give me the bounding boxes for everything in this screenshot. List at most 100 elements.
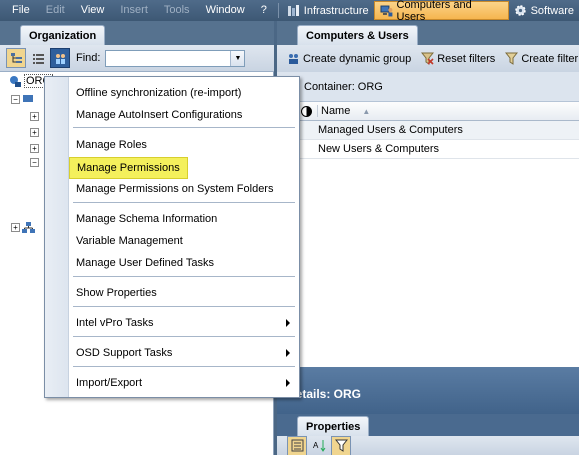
infrastructure-button[interactable]: Infrastructure bbox=[282, 1, 374, 20]
chevron-down-icon[interactable]: ▼ bbox=[230, 50, 245, 66]
menu-item-osd-support[interactable]: OSD Support Tasks bbox=[76, 344, 172, 362]
list-view-button[interactable] bbox=[28, 48, 48, 68]
expand-icon[interactable]: + bbox=[30, 127, 39, 137]
network-icon bbox=[22, 221, 35, 233]
tab-organization[interactable]: Organization bbox=[20, 25, 106, 45]
grid-header: Name ▲ bbox=[277, 102, 579, 121]
menu-separator bbox=[73, 127, 295, 128]
menu-separator bbox=[73, 202, 295, 203]
expand-icon[interactable]: + bbox=[11, 222, 20, 232]
tree-expander[interactable]: − bbox=[30, 155, 39, 169]
name-column-header[interactable]: Name ▲ bbox=[317, 105, 370, 117]
menu-gutter bbox=[45, 77, 69, 397]
menu-tools[interactable]: Tools bbox=[156, 0, 198, 21]
sort-alpha-button[interactable]: A bbox=[309, 436, 329, 455]
menu-item-manage-permissions[interactable]: Manage Permissions bbox=[69, 157, 188, 179]
org-root-icon bbox=[10, 75, 21, 87]
filter-properties-button[interactable] bbox=[331, 435, 351, 455]
create-filter-icon bbox=[505, 52, 519, 65]
tab-computers-users[interactable]: Computers & Users bbox=[297, 25, 418, 45]
categorized-icon bbox=[291, 439, 303, 452]
infrastructure-label: Infrastructure bbox=[303, 4, 369, 17]
menu-insert[interactable]: Insert bbox=[112, 0, 156, 21]
dynamic-group-icon bbox=[289, 54, 298, 64]
expand-icon[interactable]: + bbox=[30, 111, 39, 121]
menu-separator bbox=[277, 3, 279, 18]
list-view-icon bbox=[32, 53, 44, 64]
menu-help[interactable]: ? bbox=[253, 0, 275, 21]
menu-separator bbox=[73, 366, 295, 367]
create-filter-button[interactable]: Create filter bbox=[505, 52, 578, 65]
properties-toolbar: A bbox=[277, 435, 579, 455]
menu-item-manage-roles[interactable]: Manage Roles bbox=[76, 136, 147, 154]
software-label: Software bbox=[530, 4, 574, 17]
menu-item-permissions-system-folders[interactable]: Manage Permissions on System Folders bbox=[76, 180, 273, 198]
menu-item-import-export[interactable]: Import/Export bbox=[76, 374, 142, 392]
filter-icon bbox=[334, 439, 348, 452]
table-row[interactable]: Managed Users & Computers bbox=[277, 121, 579, 140]
tree-view-button[interactable] bbox=[6, 48, 26, 68]
categorized-button[interactable] bbox=[287, 435, 307, 455]
menu-view[interactable]: View bbox=[73, 0, 113, 21]
software-gear-icon bbox=[514, 5, 526, 16]
details-header: Details: ORG bbox=[277, 367, 579, 414]
users-computers-grid: Name ▲ Managed Users & Computers New Use… bbox=[277, 102, 579, 367]
table-row[interactable]: New Users & Computers bbox=[277, 140, 579, 159]
infrastructure-icon bbox=[287, 5, 299, 16]
menu-item-autoinsert[interactable]: Manage AutoInsert Configurations bbox=[76, 106, 242, 124]
svg-text:A: A bbox=[313, 441, 319, 450]
submenu-arrow-icon bbox=[286, 319, 290, 327]
left-tab-bar: Organization bbox=[0, 21, 274, 45]
reset-filter-icon bbox=[421, 52, 435, 65]
sort-alpha-icon: A bbox=[313, 440, 325, 452]
find-combobox[interactable]: ▼ bbox=[105, 49, 246, 67]
menu-bar: File Edit View Insert Tools Window ? Inf… bbox=[0, 0, 579, 23]
create-dynamic-group-button[interactable]: Create dynamic group bbox=[287, 52, 411, 65]
reset-filters-label: Reset filters bbox=[437, 52, 496, 65]
sort-ascending-icon: ▲ bbox=[362, 106, 371, 116]
menu-file[interactable]: File bbox=[4, 0, 38, 21]
menu-item-intel-vpro[interactable]: Intel vPro Tasks bbox=[76, 314, 153, 332]
menu-edit[interactable]: Edit bbox=[38, 0, 73, 21]
menu-separator bbox=[73, 306, 295, 307]
computers-users-label: Computers and Users bbox=[396, 0, 472, 23]
submenu-arrow-icon bbox=[286, 349, 290, 357]
tab-properties[interactable]: Properties bbox=[297, 416, 370, 436]
create-filter-label: Create filter bbox=[521, 52, 579, 65]
expand-icon[interactable]: + bbox=[30, 143, 39, 153]
right-toolbar: Create dynamic group Reset filters Creat… bbox=[277, 45, 579, 72]
computers-users-button[interactable]: Computers and Users bbox=[373, 0, 509, 23]
tree-expander[interactable]: − bbox=[11, 92, 35, 106]
find-label: Find: bbox=[76, 52, 101, 64]
collapse-icon[interactable]: − bbox=[30, 157, 39, 167]
org-filter-button[interactable] bbox=[50, 48, 70, 68]
tree-expander[interactable]: + bbox=[11, 220, 35, 234]
software-button[interactable]: Software bbox=[509, 1, 579, 20]
right-tab-bar: Computers & Users bbox=[277, 21, 579, 45]
menu-separator bbox=[73, 336, 295, 337]
menu-item-offline-sync[interactable]: Offline synchronization (re-import) bbox=[76, 84, 241, 102]
tree-expander[interactable]: + bbox=[30, 125, 39, 139]
reset-filters-button[interactable]: Reset filters bbox=[421, 52, 495, 65]
menu-item-schema-information[interactable]: Manage Schema Information bbox=[76, 210, 217, 228]
left-toolbar: Find: ▼ bbox=[0, 45, 274, 72]
container-path: Container: ORG bbox=[277, 72, 579, 102]
computer-folder-icon bbox=[23, 94, 33, 102]
tree-view-icon bbox=[10, 52, 22, 63]
collapse-icon[interactable]: − bbox=[11, 94, 20, 104]
submenu-arrow-icon bbox=[286, 379, 290, 387]
menu-separator bbox=[73, 276, 295, 277]
computers-users-icon bbox=[380, 5, 393, 17]
menu-item-variable-management[interactable]: Variable Management bbox=[76, 232, 183, 250]
name-column-label: Name bbox=[321, 105, 351, 117]
tree-expander[interactable]: + bbox=[30, 109, 39, 123]
half-circle-icon bbox=[301, 105, 312, 117]
context-menu: Offline synchronization (re-import) Mana… bbox=[44, 76, 300, 398]
menu-item-user-defined-tasks[interactable]: Manage User Defined Tasks bbox=[76, 254, 214, 272]
menu-window[interactable]: Window bbox=[198, 0, 253, 21]
menu-item-show-properties[interactable]: Show Properties bbox=[76, 284, 157, 302]
tree-expander[interactable]: + bbox=[30, 141, 39, 155]
users-group-icon bbox=[55, 53, 65, 64]
properties-tab-bar: Properties bbox=[277, 414, 579, 436]
create-dynamic-group-label: Create dynamic group bbox=[303, 52, 412, 65]
